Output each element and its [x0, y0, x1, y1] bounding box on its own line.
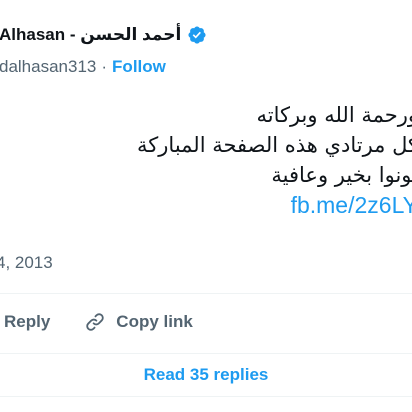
- follow-button[interactable]: Follow: [112, 57, 166, 77]
- reply-label: Reply: [4, 312, 51, 331]
- author-display-name[interactable]: Alhasan - أحمد الحسن: [0, 25, 181, 45]
- read-replies-button[interactable]: Read 35 replies: [0, 353, 412, 397]
- read-replies-label: Read 35 replies: [143, 365, 269, 384]
- tweet-actions: Reply Copy link: [0, 307, 193, 337]
- verified-badge-icon: [187, 25, 207, 45]
- divider: [0, 293, 412, 294]
- author-name-row: Alhasan - أحمد الحسن: [0, 22, 207, 48]
- copy-link-label: Copy link: [116, 312, 193, 331]
- separator-dot: ·: [101, 57, 108, 76]
- author-handle[interactable]: dalhasan313: [0, 57, 96, 77]
- reply-button[interactable]: Reply: [4, 312, 50, 332]
- link-icon: [86, 313, 104, 331]
- tweet-line: تونوا بخير وعافية: [271, 163, 412, 187]
- tweet-date[interactable]: 4, 2013: [0, 253, 53, 273]
- tweet-line: ورحمة الله وبركاته: [256, 103, 412, 127]
- copy-link-button[interactable]: Copy link: [84, 311, 193, 333]
- tweet-line: كل مرتادي هذه الصفحة المباركة: [137, 133, 412, 157]
- tweet-text: ورحمة الله وبركاته كل مرتادي هذه الصفحة …: [0, 100, 412, 221]
- tweet-link[interactable]: fb.me/2z6LY: [291, 192, 412, 218]
- author-handle-row: dalhasan313 · Follow: [0, 56, 166, 78]
